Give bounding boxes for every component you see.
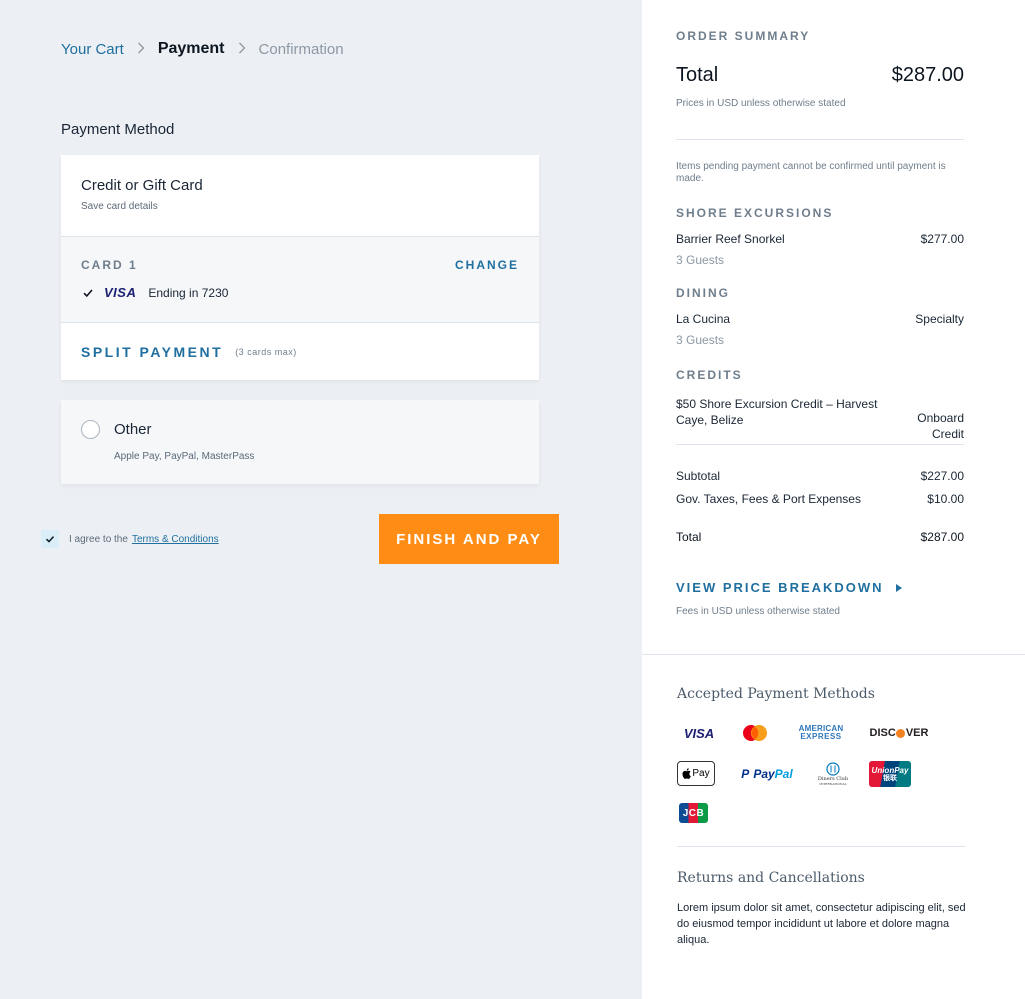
paypal-text-2: Pal [774, 767, 793, 781]
breadcrumb-payment: Payment [157, 40, 225, 57]
other-radio[interactable] [81, 420, 100, 439]
breadcrumb: Your Cart Payment Confirmation [61, 40, 344, 58]
payment-method-title: Payment Method [61, 121, 175, 138]
visa-logo: VISA [679, 724, 719, 742]
breadcrumb-confirmation: Confirmation [258, 40, 344, 58]
discover-o-icon [896, 728, 906, 738]
terms-agreement: I agree to the Terms & Conditions [41, 530, 219, 548]
returns-cancellations-title: Returns and Cancellations [677, 870, 865, 886]
split-payment-note: (3 cards max) [235, 346, 297, 357]
paypal-logo: P Pay Pal [736, 764, 798, 784]
diners-club-subtext: INTERNATIONAL [819, 782, 847, 786]
credit-gift-card-title: Credit or Gift Card [81, 177, 203, 194]
check-icon [45, 536, 55, 543]
shore-excursion-price: $277.00 [920, 232, 964, 246]
paypal-text-1: Pay [753, 767, 775, 781]
dining-name: La Cucina [676, 312, 731, 326]
agree-text: I agree to the [69, 533, 128, 545]
unionpay-text: UnionPay [871, 765, 909, 775]
finish-and-pay-button[interactable]: FINISH AND PAY [379, 514, 559, 564]
taxes-value: $10.00 [927, 492, 964, 506]
payment-pane: Your Cart Payment Confirmation Payment M… [0, 0, 642, 999]
fees-note: Fees in USD unless otherwise stated [676, 606, 840, 617]
chevron-right-icon [238, 41, 246, 57]
other-title: Other [114, 421, 152, 438]
card-1-label: CARD 1 [81, 258, 138, 272]
amex-text-bottom: EXPRESS [800, 732, 842, 741]
card-ending-text: Ending in 7230 [148, 285, 229, 300]
taxes-label: Gov. Taxes, Fees & Port Expenses [676, 492, 861, 506]
visa-logo-text: VISA [683, 725, 715, 741]
apple-pay-logo: Pay [677, 761, 715, 786]
divider [677, 846, 965, 847]
change-card-link[interactable]: CHANGE [455, 258, 519, 272]
credit-value: Onboard Credit [917, 411, 964, 441]
total-value: $287.00 [891, 64, 964, 86]
section-divider [642, 654, 1025, 655]
unionpay-chinese-text: 银联 [883, 774, 897, 782]
returns-cancellations-body: Lorem ipsum dolor sit amet, consectetur … [677, 902, 966, 946]
visa-logo: VISA [104, 285, 137, 300]
divider [676, 139, 964, 140]
jcb-text: JCB [682, 807, 705, 819]
credit-card-panel: Credit or Gift Card Save card details CA… [61, 155, 539, 380]
credits-heading: CREDITS [676, 368, 743, 382]
discover-text-2: VER [905, 727, 929, 739]
view-price-breakdown-link[interactable]: VIEW PRICE BREAKDOWN [676, 580, 902, 595]
dining-value: Specialty [915, 312, 964, 326]
other-payment-option[interactable]: Other Apple Pay, PayPal, MasterPass [61, 400, 539, 484]
subtotal-value: $227.00 [920, 469, 964, 483]
terms-checkbox[interactable] [41, 530, 59, 548]
pending-payment-note: Items pending payment cannot be confirme… [676, 161, 946, 184]
dining-heading: DINING [676, 286, 730, 300]
unionpay-logo: UnionPay 银联 [869, 761, 911, 787]
final-total-value: $287.00 [920, 530, 964, 544]
shore-excursion-guests: 3 Guests [676, 253, 725, 267]
discover-logo: DISC VER [867, 724, 931, 742]
credit-name: $50 Shore Excursion Credit – Harvest Cay… [676, 397, 878, 427]
shore-excursions-heading: SHORE EXCURSIONS [676, 206, 834, 220]
american-express-logo: AMERICAN EXPRESS [794, 724, 848, 742]
save-card-details-text: Save card details [81, 201, 158, 212]
credit-gift-card-option[interactable]: Credit or Gift Card Save card details [61, 155, 539, 237]
paypal-p-icon: P [741, 767, 750, 781]
order-summary-pane: ORDER SUMMARY Total $287.00 Prices in US… [642, 0, 1025, 999]
order-summary-title: ORDER SUMMARY [676, 29, 811, 43]
usd-note: Prices in USD unless otherwise stated [676, 98, 846, 109]
shore-excursion-name: Barrier Reef Snorkel [676, 232, 785, 246]
accepted-payment-methods-title: Accepted Payment Methods [677, 686, 875, 702]
jcb-logo: JCB [679, 803, 708, 823]
other-methods-text: Apple Pay, PayPal, MasterPass [114, 451, 255, 462]
split-payment-row: SPLIT PAYMENT (3 cards max) [61, 323, 539, 380]
subtotal-label: Subtotal [676, 469, 721, 483]
total-label: Total [676, 64, 719, 86]
dining-guests: 3 Guests [676, 333, 725, 347]
diners-club-logo: Diners Club INTERNATIONAL [815, 760, 851, 788]
card-1-row: CARD 1 CHANGE VISA Ending in 7230 [61, 237, 539, 323]
diners-club-icon [826, 762, 840, 776]
mastercard-logo [740, 724, 770, 742]
final-total-label: Total [676, 530, 702, 544]
play-arrow-icon [895, 583, 902, 592]
breadcrumb-your-cart[interactable]: Your Cart [61, 41, 124, 58]
divider [676, 444, 964, 445]
split-payment-link[interactable]: SPLIT PAYMENT [81, 344, 223, 360]
view-price-breakdown-label: VIEW PRICE BREAKDOWN [676, 580, 884, 595]
terms-conditions-link[interactable]: Terms & Conditions [132, 534, 219, 545]
chevron-right-icon [137, 41, 145, 57]
apple-icon [682, 768, 692, 779]
apple-pay-text: Pay [692, 768, 710, 779]
discover-text-1: DISC [869, 727, 896, 739]
check-icon [81, 286, 95, 300]
